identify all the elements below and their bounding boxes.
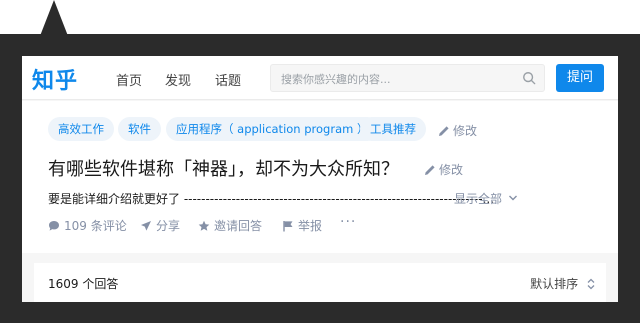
nav-topics[interactable]: 话题	[215, 70, 241, 89]
pencil-icon	[439, 126, 449, 136]
frame-notch	[40, 0, 68, 36]
comments-button[interactable]: 109 条评论	[48, 217, 127, 234]
share-icon	[141, 221, 151, 231]
comments-label: 109 条评论	[64, 219, 127, 233]
more-button[interactable]: ···	[340, 214, 356, 230]
pencil-icon	[425, 165, 435, 175]
question-title: 有哪些软件堪称「神器」，却不为大众所知？	[48, 159, 399, 180]
invite-label: 邀请回答	[214, 219, 263, 233]
ask-button[interactable]: 提问	[556, 64, 604, 92]
report-button[interactable]: 举报	[282, 217, 322, 234]
nav-home[interactable]: 首页	[116, 70, 142, 89]
show-all-button[interactable]: 显示全部	[454, 190, 518, 207]
comment-icon	[49, 221, 59, 231]
answers-header: 1609 个回答 默认排序	[34, 263, 606, 302]
edit-label: 修改	[453, 124, 478, 138]
flag-icon	[283, 221, 293, 232]
question-description: 要是能详细介绍就更好了 ----------------------------…	[48, 192, 495, 206]
top-navbar: 知乎 首页 发现 话题 搜索你感兴趣的内容... 提问	[22, 56, 618, 100]
browser-screen: 知乎 首页 发现 话题 搜索你感兴趣的内容... 提问 高效工作 软件 应用程序…	[22, 56, 618, 302]
tag-efficient-work[interactable]: 高效工作	[48, 117, 114, 141]
share-button[interactable]: 分享	[140, 217, 180, 234]
edit-label: 修改	[439, 163, 464, 177]
tag-application-program[interactable]: 应用程序（ application program ）	[166, 117, 379, 141]
search-input[interactable]: 搜索你感兴趣的内容...	[270, 64, 545, 92]
answer-count: 1609 个回答	[48, 277, 119, 291]
tag-tool-recommend[interactable]: 工具推荐	[360, 117, 426, 141]
search-icon[interactable]	[522, 71, 536, 85]
report-label: 举报	[298, 219, 323, 233]
invite-answer-button[interactable]: 邀请回答	[198, 217, 262, 234]
edit-tags-button[interactable]: 修改	[438, 122, 477, 139]
tag-software[interactable]: 软件	[118, 117, 161, 141]
nav-discover[interactable]: 发现	[165, 70, 191, 89]
edit-title-button[interactable]: 修改	[424, 161, 463, 178]
sort-dropdown[interactable]: 默认排序	[530, 275, 596, 292]
share-label: 分享	[156, 219, 181, 233]
sort-label: 默认排序	[530, 277, 579, 291]
star-icon	[198, 220, 210, 231]
sort-toggle-icon	[587, 278, 595, 290]
question-card: 高效工作 软件 应用程序（ application program ） 工具推荐…	[22, 101, 618, 253]
chevron-down-icon	[508, 195, 517, 201]
zhihu-logo[interactable]: 知乎	[32, 63, 78, 95]
show-all-label: 显示全部	[454, 192, 503, 206]
search-placeholder: 搜索你感兴趣的内容...	[281, 73, 391, 86]
